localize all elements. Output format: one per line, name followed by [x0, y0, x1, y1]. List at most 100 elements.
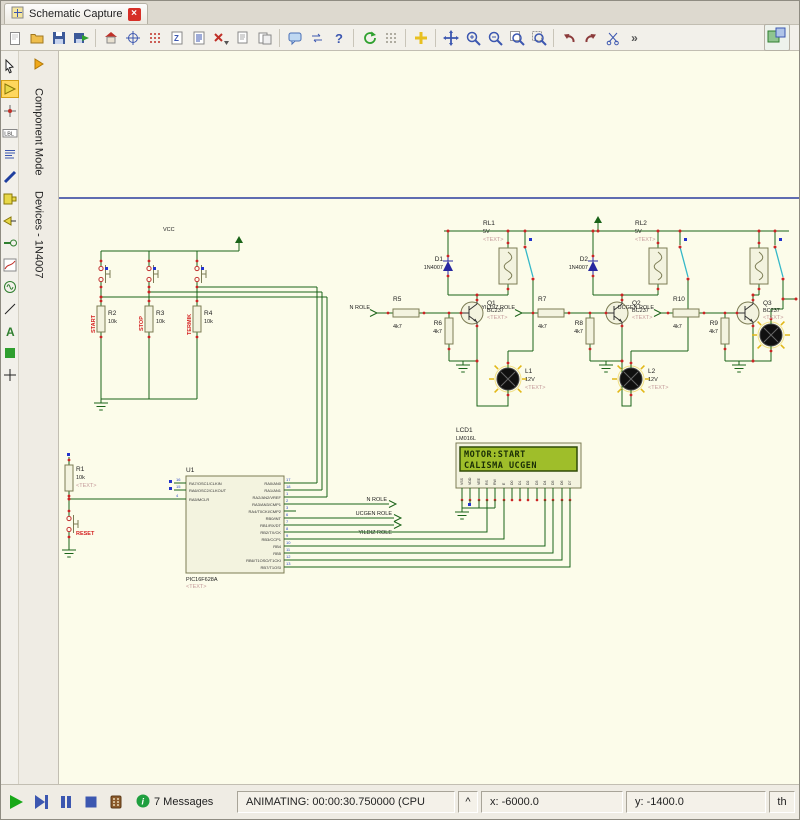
messages-label[interactable]: 7 Messages — [154, 796, 213, 808]
zoom-out-icon[interactable] — [484, 27, 505, 48]
component-u1[interactable]: U1 PIC16F628A <TEXT> RA7/OSC1/CLKIN RA6/… — [174, 467, 296, 590]
component-r7[interactable] — [532, 309, 571, 317]
ground-icon[interactable] — [94, 399, 108, 410]
wire[interactable] — [462, 500, 495, 508]
toggle-grid-icon[interactable] — [144, 27, 165, 48]
junction-dot-mode-icon[interactable] — [2, 103, 18, 119]
origin-marker-icon[interactable] — [410, 27, 431, 48]
graph-mode-icon[interactable] — [2, 257, 18, 273]
button-input-circuit[interactable]: VCC START STOP TERMIK R2 10k R3 10k R4 — [91, 227, 327, 497]
relay-contact[interactable] — [775, 247, 783, 277]
input-terminal-icon[interactable] — [370, 310, 377, 317]
lcd-wiring[interactable] — [296, 500, 570, 567]
subcircuit-mode-icon[interactable] — [2, 191, 18, 207]
text-script-mode-icon[interactable] — [2, 147, 18, 163]
component-r5[interactable] — [387, 309, 426, 317]
panel-expand-icon[interactable] — [32, 57, 46, 76]
output-terminal-icon[interactable] — [394, 515, 401, 522]
component-mode-icon[interactable] — [2, 81, 18, 97]
component-lcd1[interactable]: LCD1 LM016L MOTOR:START CALISMA UCGEN VS… — [456, 427, 581, 501]
component-start-button[interactable] — [99, 260, 110, 289]
false-origin-icon[interactable]: Z — [166, 27, 187, 48]
ground-icon[interactable] — [456, 361, 470, 372]
component-r10[interactable] — [667, 309, 706, 317]
pan-icon[interactable] — [440, 27, 461, 48]
supply-power-icon[interactable] — [594, 216, 602, 231]
schematic-drawing[interactable]: VCC START STOP TERMIK R2 10k R3 10k R4 — [59, 51, 799, 784]
2d-text-mode-icon[interactable]: A — [2, 323, 18, 339]
cut-region-icon[interactable] — [210, 27, 231, 48]
mcu-output-wires[interactable]: N ROLE UCGEN ROLE YILDIZ ROLE — [296, 497, 401, 536]
play-button[interactable] — [5, 791, 27, 813]
2d-line-mode-icon[interactable] — [2, 301, 18, 317]
input-terminal-icon[interactable] — [515, 310, 522, 317]
zoom-area-icon[interactable] — [528, 27, 549, 48]
relay-contact[interactable] — [525, 247, 533, 277]
new-file-icon[interactable] — [4, 27, 25, 48]
component-r3[interactable] — [145, 300, 153, 339]
output-terminal-icon[interactable] — [389, 501, 396, 508]
component-rl2[interactable] — [649, 242, 667, 291]
component-r6[interactable] — [445, 312, 453, 351]
tab-close-icon[interactable]: × — [128, 8, 141, 21]
simulation-panel-icon[interactable] — [764, 24, 790, 51]
ground-icon[interactable] — [732, 361, 746, 372]
component-q1[interactable] — [460, 299, 483, 328]
component-r8[interactable] — [586, 312, 594, 351]
component-l2[interactable] — [612, 362, 650, 397]
open-project-icon[interactable] — [26, 27, 47, 48]
vcc-power-icon[interactable] — [235, 236, 243, 251]
output-terminal-icon[interactable] — [394, 522, 401, 529]
paste-sheet-icon[interactable] — [254, 27, 275, 48]
wire[interactable] — [101, 287, 327, 497]
import-project-icon[interactable] — [70, 27, 91, 48]
component-r2[interactable] — [97, 300, 105, 339]
input-terminal-icon[interactable] — [654, 310, 661, 317]
component-r4[interactable] — [193, 300, 201, 339]
scissors-icon[interactable] — [602, 27, 623, 48]
step-button[interactable] — [30, 791, 52, 813]
schematic-canvas[interactable]: VCC START STOP TERMIK R2 10k R3 10k R4 — [59, 51, 799, 784]
exchange-icon[interactable] — [306, 27, 327, 48]
wire[interactable] — [101, 251, 239, 399]
toolbar-overflow-icon[interactable]: » — [624, 27, 645, 48]
status-caret[interactable]: ^ — [458, 791, 478, 813]
component-termik-button[interactable] — [195, 260, 206, 289]
reset-circuit[interactable]: R1 10k <TEXT> RESET — [62, 457, 174, 557]
ground-icon[interactable] — [62, 546, 76, 557]
tab-schematic-capture[interactable]: Schematic Capture × — [4, 3, 148, 24]
sheet-icon[interactable] — [188, 27, 209, 48]
undo-icon[interactable] — [558, 27, 579, 48]
pause-button[interactable] — [55, 791, 77, 813]
ground-icon[interactable] — [599, 361, 613, 372]
component-q2[interactable] — [605, 299, 628, 328]
2d-symbol-mode-icon[interactable] — [2, 345, 18, 361]
component-r9[interactable] — [721, 312, 729, 351]
relay-driver-circuits[interactable]: D1 1N4007 D2 1N4007 RL1 5V <TEXT> RL2 5V… — [350, 216, 796, 406]
home-icon[interactable] — [100, 27, 121, 48]
wire-label-mode-icon[interactable]: LBL — [2, 125, 18, 141]
terminal-mode-icon[interactable] — [2, 213, 18, 229]
remote-panel-icon[interactable] — [105, 791, 127, 813]
component-stop-button[interactable] — [147, 260, 158, 289]
component-d2[interactable] — [588, 255, 598, 278]
center-origin-icon[interactable] — [122, 27, 143, 48]
help-icon[interactable]: ? — [328, 27, 349, 48]
selection-mode-icon[interactable] — [2, 59, 18, 75]
stop-button[interactable] — [80, 791, 102, 813]
device-pin-mode-icon[interactable] — [2, 235, 18, 251]
wire[interactable] — [296, 500, 570, 567]
redo-icon[interactable] — [580, 27, 601, 48]
marker-mode-icon[interactable] — [2, 367, 18, 383]
component-q3[interactable] — [736, 299, 759, 328]
component-r1[interactable] — [65, 459, 73, 498]
component-l3[interactable] — [752, 318, 790, 353]
component-rl1[interactable] — [499, 242, 517, 291]
relay-contact[interactable] — [680, 247, 688, 277]
bus-mode-icon[interactable] — [2, 169, 18, 185]
notes-icon[interactable] — [284, 27, 305, 48]
wire[interactable] — [771, 231, 796, 319]
component-d1[interactable] — [443, 255, 453, 278]
zoom-all-icon[interactable] — [506, 27, 527, 48]
copy-sheet-icon[interactable] — [232, 27, 253, 48]
